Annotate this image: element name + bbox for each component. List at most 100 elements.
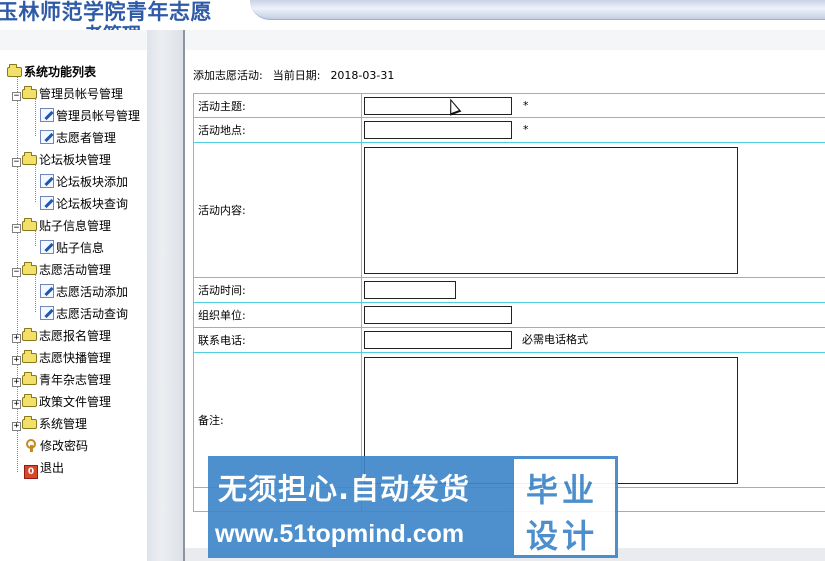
collapse-icon[interactable]: − bbox=[12, 158, 21, 167]
phone-format-hint: 必需电话格式 bbox=[522, 333, 588, 346]
tree-group-news-flash[interactable]: + 志愿快播管理 bbox=[12, 348, 111, 368]
subject-cell: * bbox=[361, 93, 825, 118]
expand-icon[interactable]: + bbox=[12, 356, 21, 365]
tree-group-posts[interactable]: − 贴子信息管理 bbox=[12, 216, 111, 236]
tree-item-activity-query[interactable]: 志愿活动查询 bbox=[40, 304, 128, 324]
tree-group-registration[interactable]: + 志愿报名管理 bbox=[12, 326, 111, 346]
header-stripe bbox=[250, 0, 825, 20]
tree-item-forum-add[interactable]: 论坛板块添加 bbox=[40, 172, 128, 192]
tree-item-post-info[interactable]: 贴子信息 bbox=[40, 238, 104, 258]
edit-page-icon bbox=[40, 196, 54, 210]
tree-item-forum-query[interactable]: 论坛板块查询 bbox=[40, 194, 128, 214]
edit-page-icon bbox=[40, 130, 54, 144]
content-label: 活动内容: bbox=[193, 142, 362, 278]
tree-item-label: 贴子信息 bbox=[56, 241, 105, 255]
tree-item-activity-add[interactable]: 志愿活动添加 bbox=[40, 282, 128, 302]
sidebar-tree: 系统功能列表 − 管理员帐号管理 管理员帐号管理 志愿者管理 − 论坛板块管理 论坛… bbox=[0, 52, 147, 552]
form-row-time: 活动时间: bbox=[193, 277, 825, 303]
folder-open-icon bbox=[22, 86, 37, 99]
tree-item-label: 志愿者管理 bbox=[56, 131, 117, 145]
location-input[interactable] bbox=[364, 121, 512, 139]
change-password-link[interactable]: 修改密码 bbox=[24, 436, 88, 456]
form-row-phone: 联系电话: 必需电话格式 bbox=[193, 327, 825, 353]
org-input[interactable] bbox=[364, 306, 512, 324]
tree-group-forum-sections[interactable]: − 论坛板块管理 bbox=[12, 150, 111, 170]
form-row-org: 组织单位: bbox=[193, 302, 825, 328]
tree-group-volunteer-activities[interactable]: − 志愿活动管理 bbox=[12, 260, 111, 280]
panel-divider bbox=[147, 30, 183, 561]
phone-cell: 必需电话格式 bbox=[361, 327, 825, 353]
watermark-url: www.51topmind.com bbox=[215, 520, 465, 548]
form-row-content: 活动内容: bbox=[193, 142, 825, 278]
phone-input[interactable] bbox=[364, 331, 512, 349]
edit-page-icon bbox=[40, 108, 54, 122]
folder-icon bbox=[22, 416, 37, 429]
watermark-badge-bottom: 设计 bbox=[526, 517, 599, 555]
watermark-badge: 毕业 设计 bbox=[511, 456, 618, 558]
tree-group-admin-accounts[interactable]: − 管理员帐号管理 bbox=[12, 84, 123, 104]
top-band bbox=[0, 30, 825, 50]
tree-group-policy-files[interactable]: + 政策文件管理 bbox=[12, 392, 111, 412]
tree-group-label: 志愿活动管理 bbox=[39, 263, 112, 277]
watermark-slogan: 无须担心.自动发货 bbox=[218, 472, 471, 506]
collapse-icon[interactable]: − bbox=[12, 224, 21, 233]
tree-group-label: 系统管理 bbox=[39, 417, 88, 431]
expand-icon[interactable]: + bbox=[12, 400, 21, 409]
tree-item-label: 论坛板块添加 bbox=[56, 175, 129, 189]
folder-icon bbox=[22, 350, 37, 363]
date-value: 2018-03-31 bbox=[330, 69, 395, 82]
org-label: 组织单位: bbox=[193, 302, 362, 328]
tree-group-youth-magazine[interactable]: + 青年杂志管理 bbox=[12, 370, 111, 390]
content-cell bbox=[361, 142, 825, 278]
edit-page-icon bbox=[40, 306, 54, 320]
subject-input[interactable] bbox=[364, 96, 512, 115]
tree-group-label: 政策文件管理 bbox=[39, 395, 112, 409]
tree-item-volunteer-manage[interactable]: 志愿者管理 bbox=[40, 128, 116, 148]
expand-icon[interactable]: + bbox=[12, 422, 21, 431]
form-row-subject: 活动主题: * bbox=[193, 93, 825, 118]
location-cell: * bbox=[361, 117, 825, 143]
app-title-line2: 者管理 bbox=[84, 20, 141, 30]
phone-label: 联系电话: bbox=[193, 327, 362, 353]
tree-group-label: 贴子信息管理 bbox=[39, 219, 112, 233]
content-textarea[interactable] bbox=[364, 146, 738, 274]
tree-item-admin-account-manage[interactable]: 管理员帐号管理 bbox=[40, 106, 140, 126]
change-password-label: 修改密码 bbox=[40, 439, 89, 453]
tree-group-label: 志愿快播管理 bbox=[39, 351, 112, 365]
org-cell bbox=[361, 302, 825, 328]
tree-item-label: 志愿活动添加 bbox=[56, 285, 129, 299]
tree-item-label: 管理员帐号管理 bbox=[56, 109, 141, 123]
time-input[interactable] bbox=[364, 281, 456, 299]
folder-open-icon bbox=[7, 64, 22, 77]
time-label: 活动时间: bbox=[193, 277, 362, 303]
tree-root-label: 系统功能列表 bbox=[24, 65, 97, 79]
tree-group-label: 青年杂志管理 bbox=[39, 373, 112, 387]
logout-link[interactable]: 0 退出 bbox=[24, 458, 64, 479]
header-banner: 玉林师范学院青年志愿 者管理 bbox=[0, 0, 825, 30]
breadcrumb: 添加志愿活动: 当前日期: 2018-03-31 bbox=[193, 67, 404, 83]
tree-item-label: 志愿活动查询 bbox=[56, 307, 129, 321]
page-title: 添加志愿活动: bbox=[193, 69, 263, 82]
required-mark: * bbox=[523, 123, 529, 136]
folder-icon bbox=[22, 394, 37, 407]
collapse-icon[interactable]: − bbox=[12, 268, 21, 277]
location-label: 活动地点: bbox=[193, 117, 362, 143]
watermark-banner: 无须担心.自动发货 www.51topmind.com bbox=[208, 456, 511, 558]
tree-group-label: 管理员帐号管理 bbox=[39, 87, 124, 101]
edit-page-icon bbox=[40, 240, 54, 254]
watermark-badge-top: 毕业 bbox=[526, 471, 599, 509]
tree-root[interactable]: 系统功能列表 bbox=[7, 62, 96, 82]
tree-group-label: 志愿报名管理 bbox=[39, 329, 112, 343]
folder-open-icon bbox=[22, 152, 37, 165]
tree-item-label: 论坛板块查询 bbox=[56, 197, 129, 211]
tree-group-system[interactable]: + 系统管理 bbox=[12, 414, 87, 434]
time-cell bbox=[361, 277, 825, 303]
form-row-location: 活动地点: * bbox=[193, 117, 825, 143]
date-label: 当前日期: bbox=[272, 69, 321, 82]
edit-page-icon bbox=[40, 174, 54, 188]
tree-group-label: 论坛板块管理 bbox=[39, 153, 112, 167]
collapse-icon[interactable]: − bbox=[12, 92, 21, 101]
logout-icon: 0 bbox=[24, 465, 38, 479]
expand-icon[interactable]: + bbox=[12, 334, 21, 343]
expand-icon[interactable]: + bbox=[12, 378, 21, 387]
